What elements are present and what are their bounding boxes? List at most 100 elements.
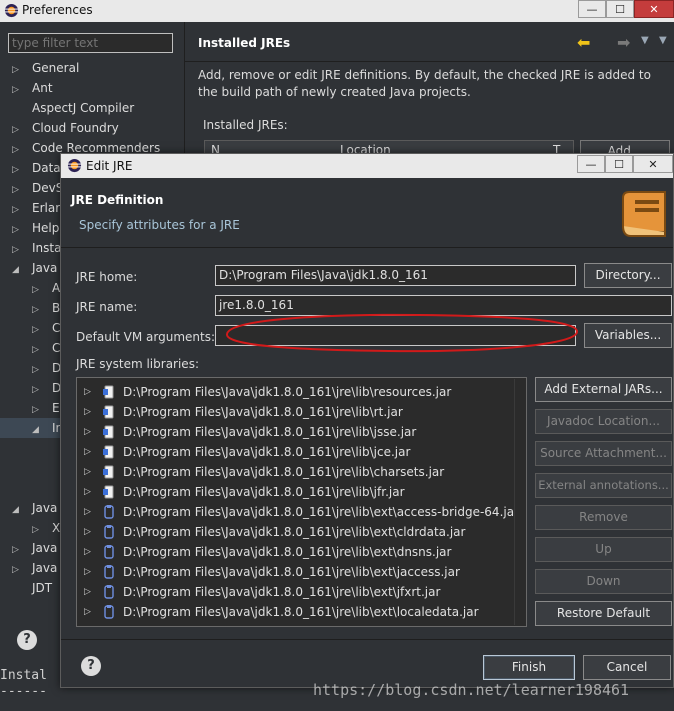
expand-arrow-icon[interactable]: ▷ <box>84 602 91 622</box>
directory-button[interactable]: Directory... <box>584 263 672 288</box>
help-icon[interactable]: ? <box>81 656 101 676</box>
expand-arrow-icon[interactable]: ▷ <box>12 560 22 580</box>
chevron-down-icon[interactable]: ▼ <box>641 35 649 46</box>
tree-item[interactable]: JDT <box>0 578 52 598</box>
expand-arrow-icon[interactable]: ▷ <box>12 120 22 140</box>
minimize-button[interactable]: — <box>578 0 606 18</box>
expand-arrow-icon[interactable]: ◢ <box>32 420 42 440</box>
restore-default-button[interactable]: Restore Default <box>535 601 672 626</box>
source-attachment-button[interactable]: Source Attachment... <box>535 441 672 466</box>
tree-item[interactable]: ▷ Java <box>0 558 57 578</box>
forward-arrow-icon[interactable]: ➡ <box>617 33 630 52</box>
expand-arrow-icon[interactable]: ▷ <box>84 402 91 422</box>
system-libraries-list[interactable]: ▷ D:\Program Files\Java\jdk1.8.0_161\jre\… <box>76 377 527 627</box>
expand-arrow-icon[interactable]: ▷ <box>84 422 91 442</box>
dialog-header-title: JRE Definition <box>71 193 164 207</box>
expand-arrow-icon[interactable]: ▷ <box>84 382 91 402</box>
external-annotations-button[interactable]: External annotations... <box>535 473 672 498</box>
expand-arrow-icon[interactable]: ▷ <box>84 542 91 562</box>
up-button[interactable]: Up <box>535 537 672 562</box>
expand-arrow-icon[interactable]: ▷ <box>32 300 42 320</box>
library-row[interactable]: ▷ D:\Program Files\Java\jdk1.8.0_161\jre\… <box>77 482 517 502</box>
expand-arrow-icon[interactable]: ▷ <box>32 360 42 380</box>
expand-arrow-icon[interactable]: ▷ <box>84 582 91 602</box>
tree-item[interactable]: ▷ X <box>0 518 60 538</box>
expand-arrow-icon[interactable]: ▷ <box>32 400 42 420</box>
tree-item[interactable]: ▷ Insta <box>0 238 61 258</box>
tree-item[interactable]: ▷ C <box>0 338 60 358</box>
library-row[interactable]: ▷ D:\Program Files\Java\jdk1.8.0_161\jre\… <box>77 562 517 582</box>
library-row[interactable]: ▷ D:\Program Files\Java\jdk1.8.0_161\jre\… <box>77 602 517 622</box>
dialog-close-button[interactable]: ✕ <box>633 155 673 173</box>
help-icon[interactable]: ? <box>17 630 37 650</box>
tree-item[interactable]: ▷ Erlar <box>0 198 60 218</box>
library-row[interactable]: ▷ D:\Program Files\Java\jdk1.8.0_161\jre\… <box>77 442 517 462</box>
expand-arrow-icon[interactable]: ▷ <box>32 320 42 340</box>
dialog-maximize-button[interactable]: ☐ <box>605 155 633 173</box>
filter-input[interactable] <box>8 33 173 53</box>
tree-item[interactable]: ▷ C <box>0 318 60 338</box>
library-row[interactable]: ▷ D:\Program Files\Java\jdk1.8.0_161\jre\… <box>77 502 519 522</box>
expand-arrow-icon[interactable]: ▷ <box>32 520 42 540</box>
expand-arrow-icon[interactable]: ▷ <box>84 462 91 482</box>
tree-item[interactable]: ▷ B <box>0 298 60 318</box>
library-row[interactable]: ▷ D:\Program Files\Java\jdk1.8.0_161\jre\… <box>77 462 517 482</box>
tree-item[interactable]: ▷ D <box>0 378 61 398</box>
expand-arrow-icon[interactable]: ▷ <box>12 140 22 160</box>
tree-item[interactable]: ▷ D <box>0 358 61 378</box>
expand-arrow-icon[interactable]: ▷ <box>84 562 91 582</box>
expand-arrow-icon[interactable]: ◢ <box>12 500 22 520</box>
expand-arrow-icon[interactable]: ◢ <box>12 260 22 280</box>
tree-item[interactable]: ◢ Java <box>0 498 57 518</box>
library-row[interactable]: ▷ D:\Program Files\Java\jdk1.8.0_161\jre\… <box>77 582 517 602</box>
expand-arrow-icon[interactable]: ▷ <box>12 160 22 180</box>
tree-item[interactable]: ◢ In <box>0 418 63 440</box>
tree-item[interactable]: ◢ Java <box>0 258 57 278</box>
tree-item[interactable]: ▷ Cloud Foundry <box>0 118 119 138</box>
expand-arrow-icon[interactable]: ▷ <box>32 380 42 400</box>
expand-arrow-icon[interactable]: ▷ <box>84 502 91 522</box>
expand-arrow-icon[interactable]: ▷ <box>12 200 22 220</box>
expand-arrow-icon[interactable]: ▷ <box>12 240 22 260</box>
maximize-button[interactable]: ☐ <box>606 0 634 18</box>
cancel-button[interactable]: Cancel <box>583 655 671 680</box>
tree-item[interactable]: ▷ DevS <box>0 178 63 198</box>
expand-arrow-icon[interactable]: ▷ <box>12 60 22 80</box>
expand-arrow-icon[interactable]: ▷ <box>12 220 22 240</box>
back-arrow-icon[interactable]: ⬅ <box>577 33 590 52</box>
finish-button[interactable]: Finish <box>483 655 575 680</box>
library-row[interactable]: ▷ D:\Program Files\Java\jdk1.8.0_161\jre\… <box>77 542 517 562</box>
expand-arrow-icon[interactable]: ▷ <box>84 442 91 462</box>
tree-item[interactable]: ▷ Java <box>0 538 57 558</box>
expand-arrow-icon[interactable]: ▷ <box>12 80 22 100</box>
expand-arrow-icon[interactable]: ▷ <box>32 340 42 360</box>
remove-button[interactable]: Remove <box>535 505 672 530</box>
tree-item[interactable]: ▷ E <box>0 398 60 418</box>
menu-chevron-icon[interactable]: ▼ <box>659 35 667 46</box>
tree-item[interactable]: ▷ Ant <box>0 78 53 98</box>
expand-arrow-icon[interactable]: ▷ <box>12 540 22 560</box>
tree-item[interactable]: AspectJ Compiler <box>0 98 134 118</box>
library-row[interactable]: ▷ D:\Program Files\Java\jdk1.8.0_161\jre\… <box>77 422 517 442</box>
expand-arrow-icon[interactable]: ▷ <box>84 522 91 542</box>
library-row[interactable]: ▷ D:\Program Files\Java\jdk1.8.0_161\jre\… <box>77 402 517 422</box>
tree-item[interactable]: ▷ Data <box>0 158 61 178</box>
expand-arrow-icon[interactable]: ▷ <box>84 482 91 502</box>
library-row[interactable]: ▷ D:\Program Files\Java\jdk1.8.0_161\jre\… <box>77 522 517 542</box>
jre-home-field[interactable]: D:\Program Files\Java\jdk1.8.0_161 <box>215 265 576 286</box>
tree-item[interactable]: ▷ General <box>0 58 79 78</box>
dialog-minimize-button[interactable]: — <box>577 155 605 173</box>
tree-item[interactable]: ▷ Help <box>0 218 59 238</box>
variables-button[interactable]: Variables... <box>584 323 672 348</box>
expand-arrow-icon[interactable]: ▷ <box>12 180 22 200</box>
tree-item-label: X <box>52 521 61 535</box>
tree-item[interactable]: ▷ A <box>0 278 60 298</box>
javadoc-location-button[interactable]: Javadoc Location... <box>535 409 672 434</box>
add-external-jars-button[interactable]: Add External JARs... <box>535 377 672 402</box>
down-button[interactable]: Down <box>535 569 672 594</box>
expand-arrow-icon[interactable]: ▷ <box>32 280 42 300</box>
libraries-scrollbar[interactable] <box>514 379 526 625</box>
tree-item-label: Insta <box>32 241 62 255</box>
close-button[interactable]: ✕ <box>634 0 674 18</box>
library-row[interactable]: ▷ D:\Program Files\Java\jdk1.8.0_161\jre\… <box>77 382 517 402</box>
